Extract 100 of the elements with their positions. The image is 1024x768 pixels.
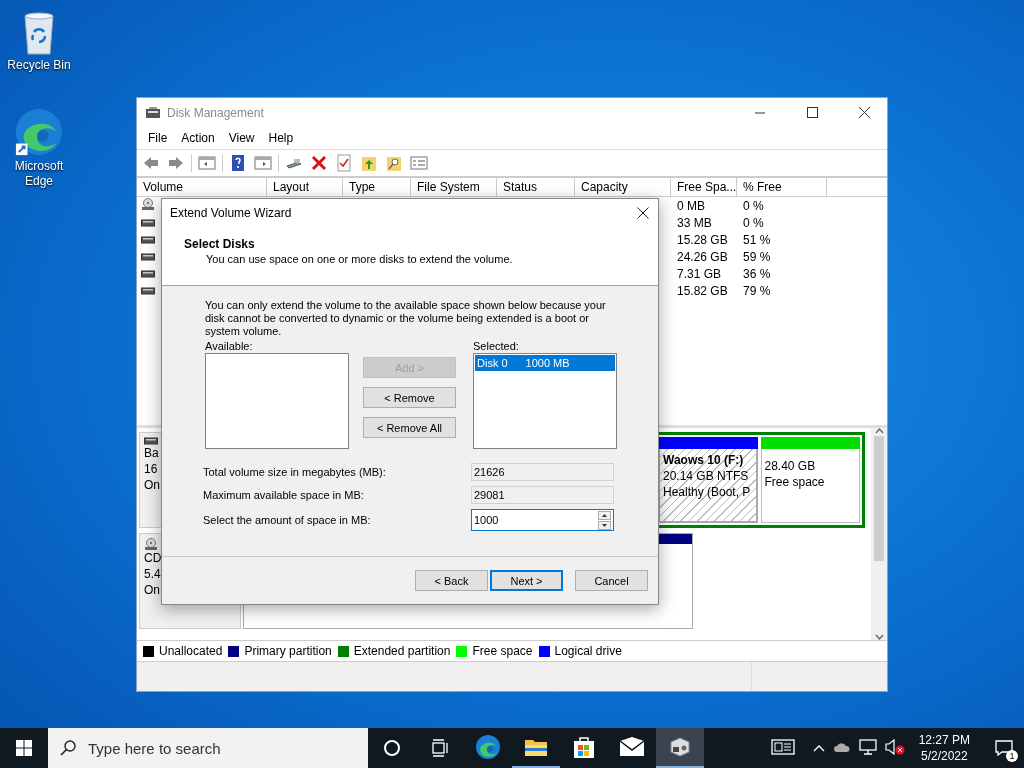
- network-icon[interactable]: [858, 738, 877, 758]
- legend-label: Extended partition: [353, 644, 451, 658]
- partition-status: Healthy (Boot, P: [663, 484, 752, 500]
- column-header[interactable]: Layout: [267, 178, 343, 196]
- close-icon[interactable]: [858, 107, 870, 118]
- scroll-up-icon[interactable]: [874, 428, 884, 434]
- table-cell: 0 MB: [677, 198, 705, 213]
- mail-icon: [619, 737, 645, 757]
- list-label: Available:: [205, 340, 254, 353]
- notification-badge: 1: [1006, 750, 1018, 762]
- close-icon[interactable]: [637, 207, 649, 219]
- dialog-button[interactable]: Cancel: [575, 570, 648, 591]
- window-title: Disk Management: [167, 105, 265, 120]
- column-header[interactable]: Type: [343, 178, 411, 196]
- partition-status: Free space: [764, 474, 826, 490]
- spin-up-icon[interactable]: [598, 511, 611, 520]
- disk-drive-icon: [668, 736, 692, 758]
- table-cell: 51 %: [743, 232, 771, 247]
- column-header[interactable]: Volume: [137, 178, 267, 196]
- desktop-icon-label[interactable]: Microsoft Edge: [4, 159, 74, 189]
- field-label: Total volume size in megabytes (MB):: [203, 466, 387, 478]
- column-header[interactable]: Free Spa...: [671, 178, 737, 196]
- checklist-icon[interactable]: [334, 153, 354, 173]
- drive-icon: [141, 269, 155, 278]
- maximize-icon[interactable]: [806, 107, 818, 118]
- column-header[interactable]: % Free: [737, 178, 827, 196]
- drive-icon: [141, 252, 155, 261]
- table-cell: 33 MB: [677, 215, 712, 230]
- desktop-icon-label[interactable]: Recycle Bin: [7, 58, 71, 73]
- legend-label: Free space: [472, 644, 533, 658]
- spin-down-icon[interactable]: [598, 521, 611, 530]
- dialog-button[interactable]: Next >: [490, 570, 563, 591]
- legend-label: Unallocated: [159, 644, 223, 658]
- table-cell: 36 %: [743, 266, 771, 281]
- column-header[interactable]: Status: [497, 178, 575, 196]
- partition-size: 20.14 GB NTFS: [663, 468, 750, 484]
- windows-logo-icon[interactable]: [16, 740, 32, 756]
- column-header[interactable]: Capacity: [575, 178, 671, 196]
- menu-item[interactable]: Action: [174, 131, 222, 145]
- disk-info: 5.4: [144, 566, 161, 582]
- table-cell: 24.26 GB: [677, 249, 728, 264]
- search-icon: [60, 740, 76, 756]
- shopping-bag-icon: [573, 735, 595, 759]
- edge-icon: [475, 734, 501, 760]
- drive-icon: [144, 437, 158, 445]
- disk-info: On: [144, 477, 160, 493]
- wizard-heading: Select Disks: [184, 237, 256, 251]
- drive-icon: [141, 218, 155, 227]
- edge-icon[interactable]: [14, 107, 64, 157]
- cd-drive-icon: [141, 198, 155, 210]
- partition-size: 28.40 GB: [764, 458, 817, 474]
- app-icon: [145, 105, 161, 120]
- drive-icon: [141, 286, 155, 295]
- selected-list[interactable]: Disk 0 1000 MB: [473, 353, 617, 449]
- info-text: You can only extend the volume to the available space shown below because your disk cannot be converted to dynamic or the volume being extended is a boot or system volume.: [205, 299, 607, 338]
- taskbar-app-button[interactable]: [656, 728, 704, 768]
- table-cell: 7.31 GB: [677, 266, 722, 281]
- dialog-button[interactable]: < Back: [415, 570, 488, 591]
- transfer-button[interactable]: < Remove: [363, 387, 456, 408]
- menu-item[interactable]: View: [221, 131, 262, 145]
- readonly-field: 29081: [471, 486, 614, 504]
- muted-speaker-icon[interactable]: [884, 738, 905, 758]
- cd-drive-icon: [144, 538, 158, 550]
- available-list[interactable]: [205, 353, 349, 449]
- scrollbar[interactable]: [871, 428, 887, 640]
- legend-label: Logical drive: [554, 644, 622, 658]
- drive-icon: [141, 235, 155, 244]
- transfer-button[interactable]: < Remove All: [363, 417, 456, 438]
- legend-label: Primary partition: [244, 644, 332, 658]
- menu-item[interactable]: File: [141, 131, 175, 145]
- column-header[interactable]: File System: [411, 178, 497, 196]
- news-icon[interactable]: [770, 738, 795, 758]
- disk-info: CD: [144, 550, 162, 566]
- table-cell: 59 %: [743, 249, 771, 264]
- partition[interactable]: 28.40 GB Free space: [760, 437, 860, 523]
- field-label: Maximum available space in MB:: [203, 489, 365, 501]
- scroll-down-icon[interactable]: [874, 634, 884, 640]
- partition[interactable]: Waows 10 (F:) 20.14 GB NTFS Healthy (Boot, P: [658, 437, 758, 523]
- folder-icon: [524, 737, 548, 757]
- task-view-icon[interactable]: [430, 739, 450, 757]
- table-cell: 15.82 GB: [677, 283, 728, 298]
- disk-info: 16: [144, 461, 158, 477]
- menu-item[interactable]: Help: [261, 131, 301, 145]
- table-cell: 0 %: [743, 215, 764, 230]
- delete-icon[interactable]: [309, 153, 329, 173]
- table-cell: 0 %: [743, 198, 764, 213]
- readonly-field: 21626: [471, 463, 614, 481]
- table-cell: 79 %: [743, 283, 771, 298]
- clock[interactable]: 12:27 PM 5/2/2022: [912, 732, 976, 764]
- table-cell: 15.28 GB: [677, 232, 728, 247]
- list-item[interactable]: Disk 0 1000 MB: [475, 355, 615, 371]
- field-label: Select the amount of space in MB:: [203, 514, 372, 526]
- amount-field[interactable]: 1000: [471, 509, 614, 531]
- partition-name: Waows 10 (F:): [663, 452, 745, 468]
- list-label: Selected:: [473, 340, 520, 353]
- wizard-subheading: You can use space on one or more disks to extend the volume.: [205, 252, 514, 267]
- disk-info: On: [144, 582, 160, 598]
- circle-icon[interactable]: [383, 739, 401, 757]
- search-field[interactable]: Type here to search: [48, 728, 368, 768]
- dialog-title: Extend Volume Wizard: [170, 206, 292, 220]
